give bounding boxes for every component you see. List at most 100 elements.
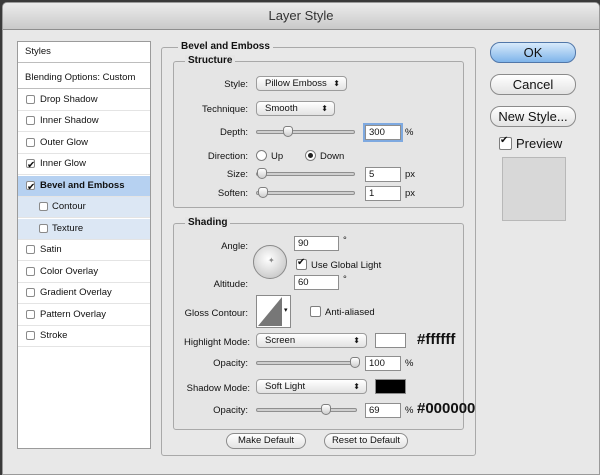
size-label: Size: xyxy=(226,169,248,180)
style-dropdown[interactable]: Pillow Emboss ⬍ xyxy=(256,76,347,91)
style-value: Pillow Emboss xyxy=(265,78,327,89)
updown-arrows-icon: ⬍ xyxy=(353,382,360,391)
make-default-button[interactable]: Make Default xyxy=(226,433,306,449)
technique-dropdown[interactable]: Smooth ⬍ xyxy=(256,101,335,116)
sidebar-item-bevel-emboss[interactable]: Bevel and Emboss xyxy=(18,176,150,198)
highlight-mode-dropdown[interactable]: Screen ⬍ xyxy=(256,333,367,348)
sidebar-item-outer-glow[interactable]: Outer Glow xyxy=(18,133,150,154)
checkbox-texture[interactable] xyxy=(39,224,48,233)
checkbox-drop-shadow[interactable] xyxy=(26,95,35,104)
checkbox-pattern-overlay[interactable] xyxy=(26,310,35,319)
checkbox-stroke[interactable] xyxy=(26,331,35,340)
sidebar-item-drop-shadow[interactable]: Drop Shadow xyxy=(18,90,150,111)
sidebar-item-label: Gradient Overlay xyxy=(40,287,112,298)
blending-options-item[interactable]: Blending Options: Custom xyxy=(18,68,150,89)
highlight-opacity-slider[interactable] xyxy=(256,357,360,368)
sidebar-item-texture[interactable]: Texture xyxy=(18,219,150,240)
window-title: Layer Style xyxy=(3,3,599,30)
sidebar-item-label: Color Overlay xyxy=(40,266,99,277)
direction-label: Direction: xyxy=(207,151,248,162)
checkbox-gradient-overlay[interactable] xyxy=(26,288,35,297)
styles-header-label: Styles xyxy=(25,46,51,57)
depth-unit: % xyxy=(405,127,414,138)
shading-title: Shading xyxy=(185,217,231,228)
reset-default-button[interactable]: Reset to Default xyxy=(324,433,408,449)
shadow-opacity-unit: % xyxy=(405,405,414,416)
sidebar-item-label: Pattern Overlay xyxy=(40,309,106,320)
shadow-opacity-label: Opacity: xyxy=(213,405,248,416)
highlight-mode-value: Screen xyxy=(265,335,296,346)
sidebar-item-satin[interactable]: Satin xyxy=(18,240,150,261)
depth-slider[interactable] xyxy=(256,126,355,137)
sidebar-item-pattern-overlay[interactable]: Pattern Overlay xyxy=(18,305,150,326)
sidebar-item-label: Inner Glow xyxy=(40,158,86,169)
sidebar-item-label: Inner Shadow xyxy=(40,115,99,126)
highlight-opacity-label: Opacity: xyxy=(213,358,248,369)
altitude-field[interactable]: 60 xyxy=(294,275,339,290)
global-light-checkbox[interactable] xyxy=(296,257,307,270)
sidebar-item-inner-glow[interactable]: Inner Glow xyxy=(18,154,150,176)
checkbox-inner-glow[interactable] xyxy=(26,156,35,176)
checkbox-contour[interactable] xyxy=(39,202,48,211)
sidebar-item-label: Stroke xyxy=(40,330,68,341)
preview-label: Preview xyxy=(516,136,563,151)
styles-header[interactable]: Styles xyxy=(18,42,150,63)
cancel-button[interactable]: Cancel xyxy=(490,74,576,95)
size-slider[interactable] xyxy=(256,168,355,179)
style-label: Style: xyxy=(224,79,248,90)
soften-slider-handle[interactable] xyxy=(258,187,268,198)
shadow-opacity-handle[interactable] xyxy=(321,404,331,415)
soften-slider[interactable] xyxy=(256,187,355,198)
checkbox-outer-glow[interactable] xyxy=(26,138,35,147)
sidebar-item-label: Satin xyxy=(40,244,62,255)
highlight-color-swatch[interactable] xyxy=(375,333,406,348)
altitude-label: Altitude: xyxy=(213,279,248,290)
direction-up-radio[interactable] xyxy=(256,150,267,161)
shadow-color-swatch[interactable] xyxy=(375,379,406,394)
depth-field[interactable]: 300 xyxy=(365,125,401,140)
direction-down-radio[interactable] xyxy=(305,150,316,161)
checkbox-color-overlay[interactable] xyxy=(26,267,35,276)
checkbox-bevel-emboss[interactable] xyxy=(26,178,35,198)
style-preview-thumbnail xyxy=(502,157,566,221)
shadow-opacity-slider[interactable] xyxy=(256,404,357,415)
structure-title: Structure xyxy=(185,55,236,66)
sidebar-item-inner-shadow[interactable]: Inner Shadow xyxy=(18,111,150,132)
shading-group xyxy=(173,223,464,430)
shadow-opacity-field[interactable]: 69 xyxy=(365,403,401,418)
direction-up-label: Up xyxy=(271,151,284,162)
sidebar-item-color-overlay[interactable]: Color Overlay xyxy=(18,262,150,283)
checkbox-satin[interactable] xyxy=(26,245,35,254)
sidebar-item-label: Outer Glow xyxy=(40,137,89,148)
highlight-opacity-handle[interactable] xyxy=(350,357,360,368)
sidebar-item-gradient-overlay[interactable]: Gradient Overlay xyxy=(18,283,150,304)
blending-options-label: Blending Options: Custom xyxy=(25,72,136,83)
technique-label: Technique: xyxy=(202,104,248,115)
size-slider-handle[interactable] xyxy=(257,168,267,179)
updown-arrows-icon: ⬍ xyxy=(321,104,328,113)
gloss-contour-picker[interactable]: ▾ xyxy=(256,295,291,328)
new-style-button[interactable]: New Style... xyxy=(490,106,576,127)
sidebar-item-stroke[interactable]: Stroke xyxy=(18,326,150,347)
size-field[interactable]: 5 xyxy=(365,167,401,182)
shadow-mode-label: Shadow Mode: xyxy=(186,383,250,394)
shadow-mode-dropdown[interactable]: Soft Light ⬍ xyxy=(256,379,367,394)
anti-aliased-label: Anti-aliased xyxy=(325,307,375,318)
checkbox-inner-shadow[interactable] xyxy=(26,116,35,125)
sidebar-item-contour[interactable]: Contour xyxy=(18,197,150,218)
updown-arrows-icon: ⬍ xyxy=(333,79,340,88)
light-direction-icon: ✦ xyxy=(268,256,275,265)
anti-aliased-checkbox[interactable] xyxy=(310,306,321,317)
soften-field[interactable]: 1 xyxy=(365,186,401,201)
highlight-opacity-field[interactable]: 100 xyxy=(365,356,401,371)
depth-slider-handle[interactable] xyxy=(283,126,293,137)
global-light-label: Use Global Light xyxy=(311,260,382,271)
ok-button[interactable]: OK xyxy=(490,42,576,63)
highlight-color-note: #ffffff xyxy=(417,331,456,348)
angle-label: Angle: xyxy=(221,241,248,252)
sidebar-item-label: Texture xyxy=(52,223,84,234)
angle-dial[interactable]: ✦ xyxy=(253,245,287,279)
angle-field[interactable]: 90 xyxy=(294,236,339,251)
preview-checkbox[interactable] xyxy=(499,135,512,150)
altitude-unit: ° xyxy=(343,274,347,285)
